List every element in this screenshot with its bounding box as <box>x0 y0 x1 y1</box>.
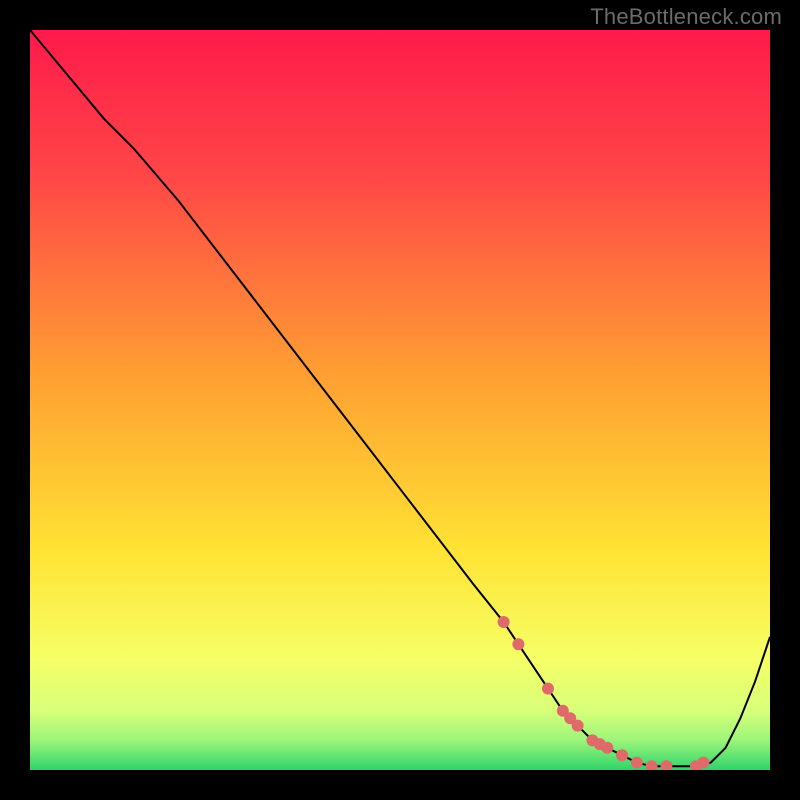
marker-point <box>601 742 613 754</box>
marker-point <box>697 757 709 769</box>
marker-point <box>542 683 554 695</box>
marker-point <box>498 616 510 628</box>
marker-point <box>631 757 643 769</box>
marker-point <box>616 749 628 761</box>
plot-area <box>30 30 770 770</box>
marker-point <box>512 638 524 650</box>
figure-frame: TheBottleneck.com <box>0 0 800 800</box>
gradient-background <box>30 30 770 770</box>
marker-point <box>572 720 584 732</box>
chart-svg <box>30 30 770 770</box>
watermark-text: TheBottleneck.com <box>590 4 782 30</box>
